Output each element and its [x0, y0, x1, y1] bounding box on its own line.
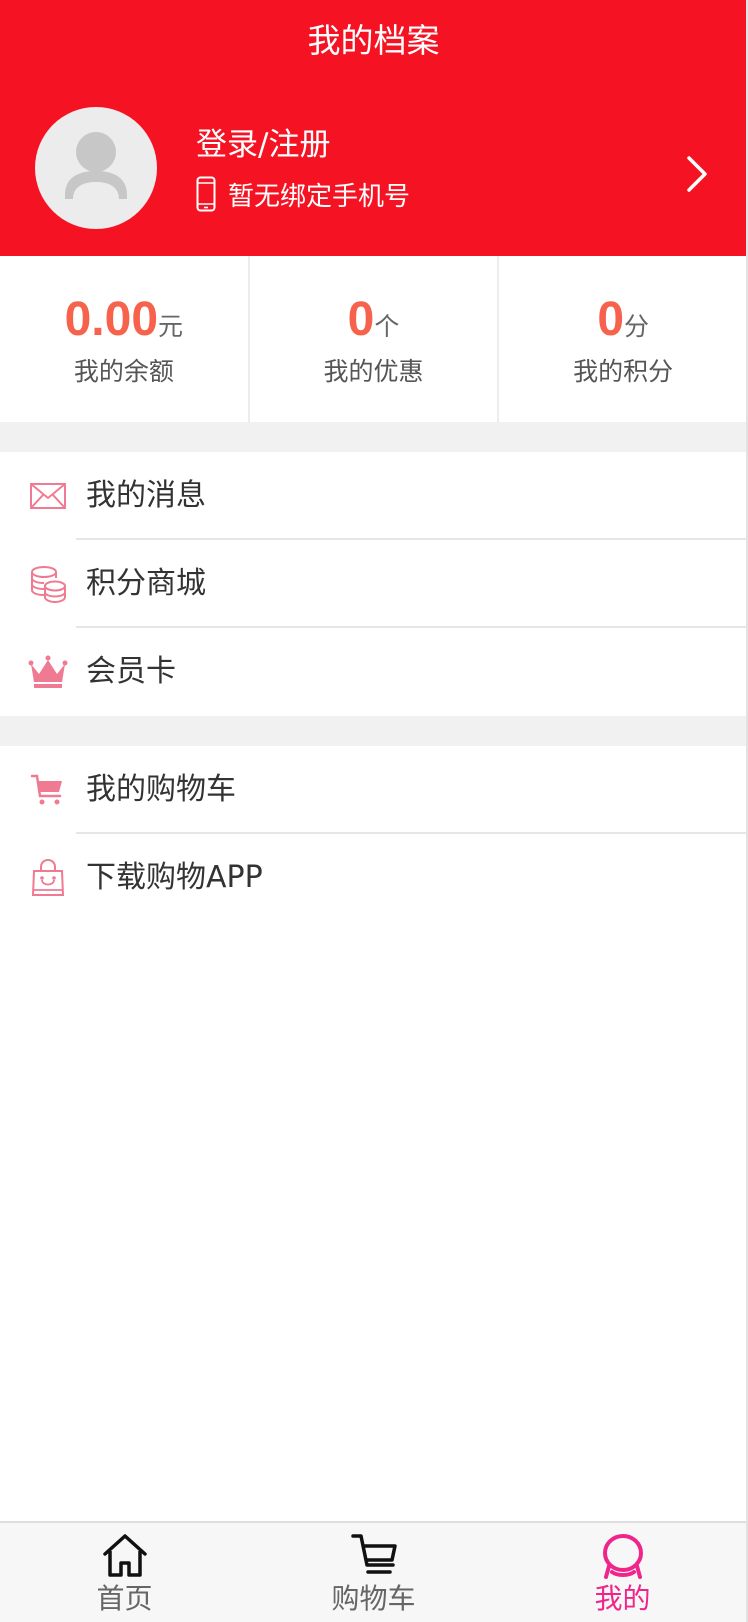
page-title: 我的档案	[307, 21, 440, 60]
section-divider	[0, 716, 747, 746]
stat-balance[interactable]: 0.00元 我的余额	[0, 256, 248, 422]
menu-label: 下载购物APP	[86, 860, 263, 895]
bottom-tab-bar: 首页 购物车 我的	[0, 1521, 747, 1622]
menu-item-points-mall[interactable]: 积分商城	[0, 540, 747, 628]
profile-header: 我的档案 登录/注册 暂无绑定手机号	[0, 0, 747, 256]
phone-status: 暂无绑定手机号	[196, 174, 410, 214]
menu-item-member-card[interactable]: 会员卡	[0, 628, 747, 716]
tab-label: 我的	[594, 1582, 651, 1615]
tab-label: 首页	[96, 1582, 153, 1615]
coupons-value: 0	[347, 293, 375, 346]
shopping-bag-icon	[31, 858, 65, 896]
balance-value: 0.00	[64, 293, 159, 346]
menu-item-cart[interactable]: 我的购物车	[0, 746, 747, 834]
menu-label: 会员卡	[86, 654, 176, 689]
points-value: 0	[597, 293, 625, 346]
stat-coupons[interactable]: 0个 我的优惠	[247, 256, 498, 422]
tab-home[interactable]: 首页	[0, 1523, 249, 1622]
section-divider	[0, 422, 747, 452]
account-stats: 0.00元 我的余额 0个 我的优惠 0分 我的积分	[0, 256, 747, 422]
menu-label: 我的购物车	[86, 772, 236, 807]
login-register-link[interactable]: 登录/注册	[196, 120, 330, 170]
menu-item-messages[interactable]: 我的消息	[0, 452, 747, 540]
stat-points[interactable]: 0分 我的积分	[497, 256, 747, 422]
points-unit: 分	[624, 312, 650, 341]
chevron-right-icon[interactable]	[682, 154, 712, 194]
crown-icon	[28, 655, 68, 688]
profile-icon	[602, 1534, 643, 1579]
cart-icon	[350, 1534, 397, 1574]
tab-cart[interactable]: 购物车	[249, 1523, 498, 1622]
menu-label: 积分商城	[86, 566, 206, 601]
profile-page: 我的档案 登录/注册 暂无绑定手机号 0.00元 我的余额 0个 我的优惠 0分…	[0, 0, 748, 1622]
mobile-phone-icon	[196, 176, 216, 212]
points-label: 我的积分	[573, 357, 674, 386]
home-icon	[102, 1534, 147, 1577]
user-avatar-icon	[65, 132, 127, 199]
coupons-label: 我的优惠	[323, 357, 424, 386]
tab-mine[interactable]: 我的	[498, 1523, 747, 1622]
coupons-unit: 个	[374, 312, 400, 341]
menu-label: 我的消息	[86, 478, 206, 513]
balance-label: 我的余额	[73, 357, 174, 386]
avatar[interactable]	[35, 107, 157, 229]
phone-status-text: 暂无绑定手机号	[228, 181, 411, 212]
coins-icon	[31, 566, 66, 604]
balance-unit: 元	[158, 312, 184, 341]
tab-label: 购物车	[331, 1582, 416, 1615]
menu-item-download-app[interactable]: 下载购物APP	[0, 834, 747, 922]
shopping-cart-icon	[30, 774, 62, 805]
envelope-icon	[30, 483, 66, 509]
